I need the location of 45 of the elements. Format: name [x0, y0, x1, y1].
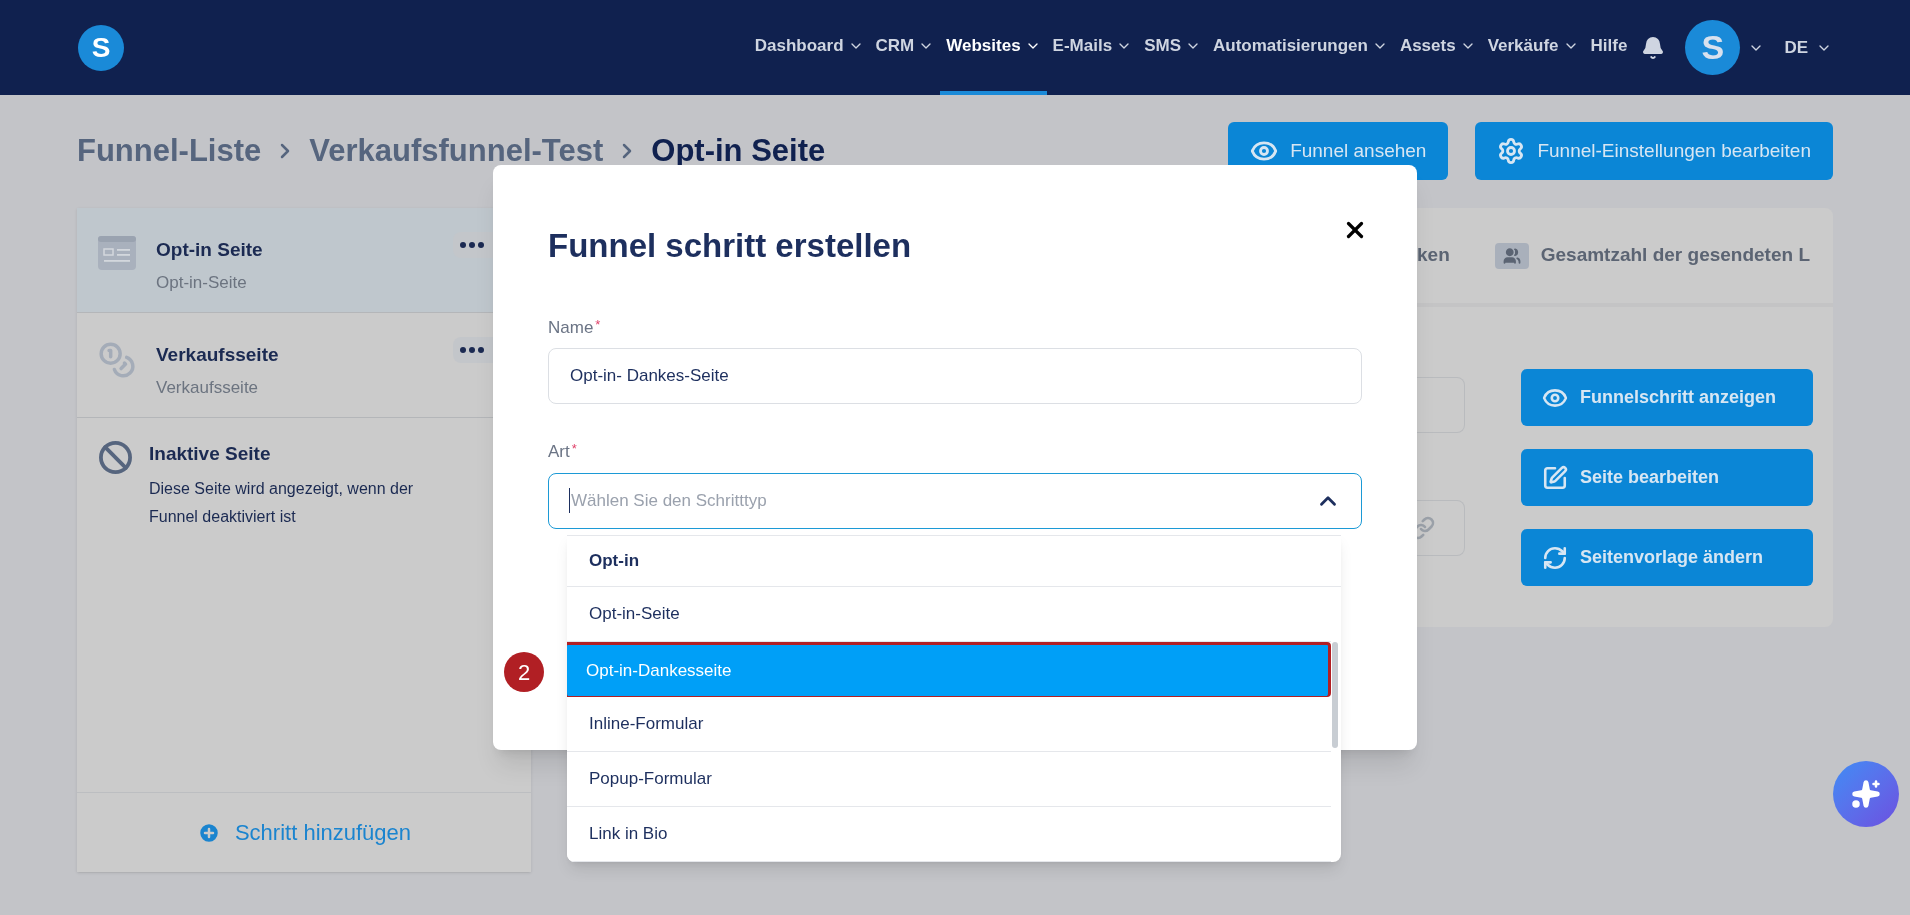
- option-group-header: Opt-in: [567, 535, 1341, 587]
- more-icon: [460, 347, 484, 353]
- gear-icon: [1497, 137, 1526, 165]
- required-mark: *: [571, 440, 577, 458]
- step-subtitle: Verkaufsseite: [156, 376, 260, 399]
- sparkles-icon: [1851, 779, 1881, 809]
- users-icon: [1502, 246, 1521, 265]
- nav-menu-item[interactable]: CRM: [869, 0, 941, 95]
- step-subtitle: Opt-in-Seite: [156, 271, 248, 294]
- select-placeholder: Wählen Sie den Schritttyp: [569, 487, 767, 514]
- more-options-button[interactable]: [453, 232, 493, 258]
- disabled-icon: [98, 440, 133, 475]
- name-input-field[interactable]: Opt-in- Dankes-Seite: [548, 348, 1362, 404]
- dropdown-option[interactable]: Inline-Formular: [567, 697, 1331, 752]
- dropdown-option[interactable]: Popup-Formular: [567, 752, 1331, 807]
- logo[interactable]: S: [78, 24, 124, 71]
- refresh-icon: [1542, 544, 1568, 571]
- field-label: Art: [548, 441, 570, 463]
- nav-menu-item[interactable]: Automatisierungen: [1206, 0, 1394, 95]
- step-title: Opt-in Seite: [156, 238, 264, 262]
- nav-menu-item[interactable]: E-Mails: [1046, 0, 1139, 95]
- stats-tab[interactable]: Gesamtzahl der gesendeten L: [1494, 241, 1810, 270]
- dropdown-option[interactable]: Link in Bio: [567, 807, 1331, 862]
- dropdown-option[interactable]: Opt-in-Seite: [567, 587, 1331, 642]
- coins-icon: [98, 341, 136, 379]
- breadcrumb-item: Opt-in Seite: [651, 131, 826, 170]
- inactive-page-description: Diese Seite wird angezeigt, wenn der Funnel deaktiviert ist: [149, 478, 415, 527]
- field-label: Name: [548, 316, 594, 339]
- edit-icon: [1542, 464, 1568, 491]
- language-selector[interactable]: DE: [1784, 34, 1808, 61]
- nav-menu-item[interactable]: Assets: [1393, 0, 1482, 95]
- nav-menu-item[interactable]: Dashboard: [748, 0, 870, 95]
- notification-bell-icon[interactable]: [1641, 35, 1666, 60]
- nav-menu-item[interactable]: Websites: [940, 0, 1047, 95]
- nav-menu-item[interactable]: Hilfe: [1584, 0, 1634, 95]
- more-icon: [460, 242, 484, 248]
- inactive-page-title: Inaktive Seite: [149, 442, 272, 466]
- stats-tab[interactable]: ken: [1417, 241, 1450, 270]
- more-options-button[interactable]: [453, 337, 493, 363]
- step-title: Verkaufsseite: [156, 343, 280, 367]
- nav-menu-item[interactable]: Verkäufe: [1481, 0, 1585, 95]
- nav-menu-item[interactable]: SMS: [1138, 0, 1207, 95]
- required-mark: *: [595, 315, 601, 334]
- page-form-icon: [98, 236, 136, 270]
- dialog-title: Funnel schritt erstellen: [548, 226, 912, 266]
